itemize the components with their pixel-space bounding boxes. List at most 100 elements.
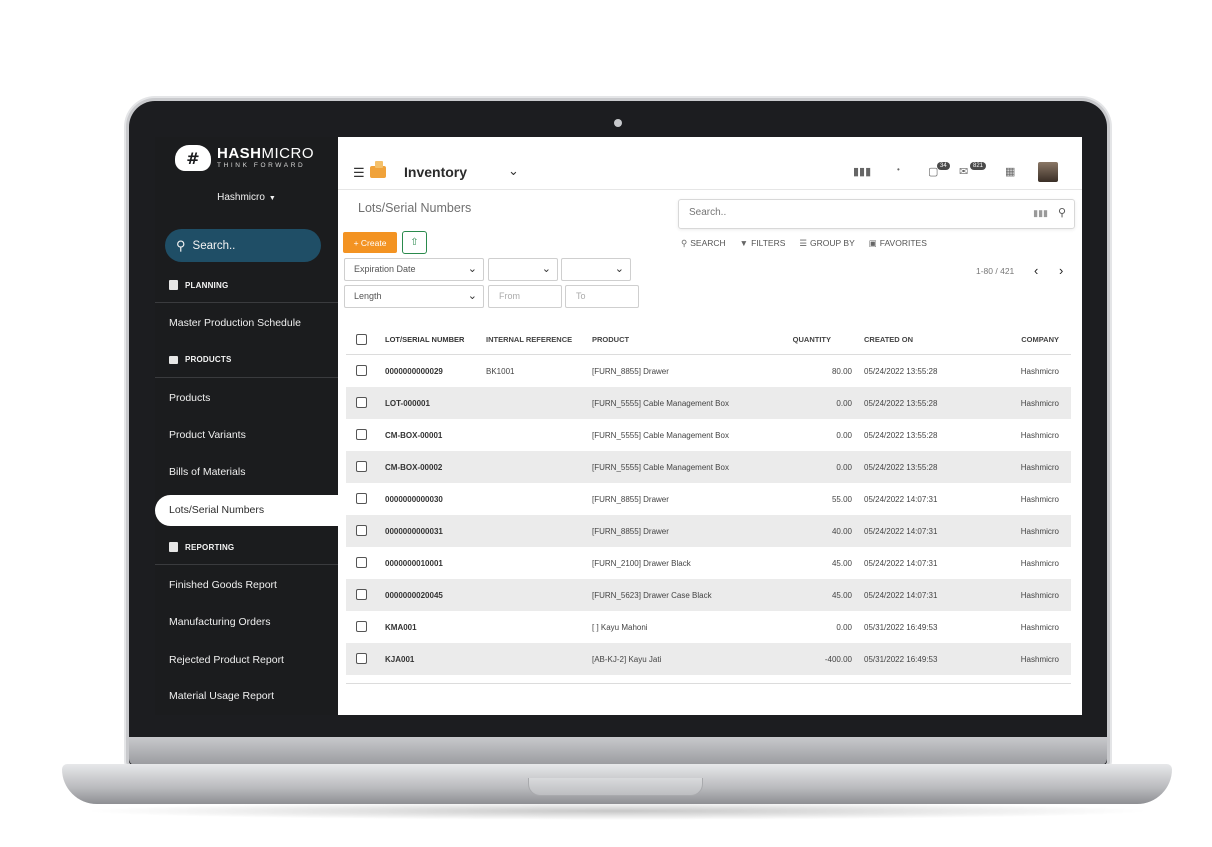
- search-bar[interactable]: ▮▮▮ ⚲: [678, 199, 1075, 229]
- length-filter[interactable]: Length ⌄: [344, 285, 484, 308]
- company-switcher[interactable]: Hashmicro ▼: [155, 192, 338, 203]
- sidebar-item-material-usage-report[interactable]: Material Usage Report: [169, 690, 274, 702]
- barcode-scan-icon[interactable]: ▮▮▮: [1033, 208, 1048, 219]
- chevron-down-icon: ⌄: [467, 263, 477, 275]
- to-input[interactable]: To: [565, 285, 639, 308]
- laptop-notch: [528, 778, 703, 796]
- search-icon: ⚲: [681, 238, 688, 248]
- sidebar-item-rejected-product-report[interactable]: Rejected Product Report: [169, 654, 284, 666]
- row-checkbox[interactable]: [356, 429, 367, 440]
- date-operator-select[interactable]: ⌄: [488, 258, 558, 281]
- cell-company: Hashmicro: [1020, 463, 1059, 472]
- cell-lot: 0000000020045: [385, 591, 443, 600]
- cell-product: [FURN_8855] Drawer: [592, 495, 669, 504]
- row-checkbox[interactable]: [356, 589, 367, 600]
- search-option-group-by[interactable]: ☰ GROUP BY: [799, 238, 854, 249]
- cell-product: [FURN_8855] Drawer: [592, 527, 669, 536]
- laptop-shadow: [80, 802, 1154, 820]
- filter-icon: ▼: [739, 238, 749, 248]
- previous-page-icon[interactable]: ‹: [1034, 263, 1038, 278]
- expiration-date-filter[interactable]: Expiration Date ⌄: [344, 258, 484, 281]
- hamburger-menu-icon[interactable]: ☰: [353, 165, 365, 181]
- sidebar-item-manufacturing-orders[interactable]: Manufacturing Orders: [169, 616, 271, 628]
- table-row[interactable]: 0000000020045 [FURN_5623] Drawer Case Bla…: [346, 579, 1071, 611]
- cell-lot: 0000000010001: [385, 559, 443, 568]
- column-product[interactable]: PRODUCT: [592, 335, 629, 344]
- search-input[interactable]: [689, 207, 1019, 218]
- cell-quantity: 80.00: [831, 367, 852, 376]
- column-quantity[interactable]: QUANTITY: [793, 335, 831, 344]
- table-header: LOT/SERIAL NUMBER INTERNAL REFERENCE PRO…: [346, 325, 1071, 355]
- row-checkbox[interactable]: [356, 461, 367, 472]
- next-page-icon[interactable]: ›: [1059, 263, 1063, 278]
- sidebar-item-master-production-schedule[interactable]: Master Production Schedule: [169, 317, 301, 329]
- cell-company: Hashmicro: [1020, 367, 1059, 376]
- row-checkbox[interactable]: [356, 557, 367, 568]
- row-checkbox[interactable]: [356, 525, 367, 536]
- create-button[interactable]: + Create: [343, 232, 397, 253]
- sidebar-search-label: Search..: [192, 239, 236, 252]
- messages-icon[interactable]: ✉: [959, 165, 968, 178]
- sidebar-item-products[interactable]: Products: [169, 392, 210, 404]
- table-row[interactable]: 0000000010001 [FURN_2100] Drawer Black 45.…: [346, 547, 1071, 579]
- cell-quantity: 40.00: [831, 527, 852, 536]
- cell-quantity: 0.00: [836, 431, 852, 440]
- cell-lot: CM-BOX-00002: [385, 463, 443, 472]
- chevron-down-icon: ⌄: [614, 263, 624, 275]
- search-option-favorites[interactable]: ▣ FAVORITES: [869, 238, 927, 249]
- cell-product: [FURN_5623] Drawer Case Black: [592, 591, 712, 600]
- search-icon: ⚲: [176, 237, 186, 253]
- chevron-down-icon: ⌄: [541, 263, 551, 275]
- cell-quantity: 0.00: [836, 463, 852, 472]
- cell-created: 05/24/2022 13:55:28: [864, 463, 938, 472]
- calculator-icon[interactable]: ▦: [1005, 165, 1015, 178]
- table-row[interactable]: CM-BOX-00002 [FURN_5555] Cable Management…: [346, 451, 1071, 483]
- column-internal-reference[interactable]: INTERNAL REFERENCE: [486, 335, 572, 344]
- table-row[interactable]: 0000000000030 [FURN_8855] Drawer 55.00 05/2…: [346, 483, 1071, 515]
- group-by-icon: ☰: [799, 238, 808, 248]
- date-value-select[interactable]: ⌄: [561, 258, 631, 281]
- cell-quantity: 55.00: [831, 495, 852, 504]
- row-checkbox[interactable]: [356, 653, 367, 664]
- sidebar-item-finished-goods-report[interactable]: Finished Goods Report: [169, 579, 277, 591]
- cell-company: Hashmicro: [1020, 623, 1059, 632]
- brand-name: HASHMICRO: [217, 145, 315, 163]
- table-row[interactable]: LOT-000001 [FURN_5555] Cable Management B…: [346, 387, 1071, 419]
- search-option-search[interactable]: ⚲ SEARCH: [681, 238, 726, 249]
- row-checkbox[interactable]: [356, 621, 367, 632]
- main-content: ☰ Inventory ⌄ ▮▮▮ • ▢ 34 ✉ 821 ▦ Lots/Se…: [338, 137, 1082, 715]
- search-icon[interactable]: ⚲: [1058, 206, 1066, 219]
- sidebar-item-product-variants[interactable]: Product Variants: [169, 429, 246, 441]
- chevron-down-icon[interactable]: ⌄: [508, 163, 519, 179]
- row-checkbox[interactable]: [356, 365, 367, 376]
- table-row[interactable]: 0000000000031 [FURN_8855] Drawer 40.00 05/2…: [346, 515, 1071, 547]
- row-checkbox[interactable]: [356, 397, 367, 408]
- hashmicro-logo[interactable]: # HASHMICRO THINK FORWARD: [175, 145, 314, 171]
- column-lot[interactable]: LOT/SERIAL NUMBER: [385, 335, 464, 344]
- table-row[interactable]: KJA001 [AB-KJ-2] Kayu Jati -400.00 05/31/20…: [346, 643, 1071, 675]
- table-row[interactable]: CM-BOX-00001 [FURN_5555] Cable Management…: [346, 419, 1071, 451]
- divider: [155, 302, 338, 303]
- sidebar-item-lots-serial-numbers[interactable]: Lots/Serial Numbers: [155, 495, 338, 526]
- cell-created: 05/24/2022 13:55:28: [864, 367, 938, 376]
- app-title[interactable]: Inventory: [404, 164, 467, 180]
- dropdown-dot-icon[interactable]: •: [897, 165, 900, 174]
- table-row[interactable]: 0000000000029 BK1001 [FURN_8855] Drawer 80.…: [346, 355, 1071, 387]
- user-avatar[interactable]: [1038, 162, 1058, 182]
- cell-product: [ ] Kayu Mahoni: [592, 623, 648, 632]
- sidebar-search[interactable]: ⚲ Search..: [165, 229, 321, 262]
- row-checkbox[interactable]: [356, 493, 367, 504]
- table-bottom-border: [346, 683, 1071, 684]
- column-created-on[interactable]: CREATED ON: [864, 335, 913, 344]
- sidebar-item-bills-of-materials[interactable]: Bills of Materials: [169, 466, 245, 478]
- select-all-checkbox[interactable]: [356, 334, 367, 345]
- column-company[interactable]: COMPANY: [1021, 335, 1059, 344]
- table-row[interactable]: KMA001 [ ] Kayu Mahoni 0.00 05/31/2022 16:4…: [346, 611, 1071, 643]
- cell-company: Hashmicro: [1020, 655, 1059, 664]
- from-input[interactable]: From: [488, 285, 562, 308]
- search-option-filters[interactable]: ▼ FILTERS: [740, 238, 786, 249]
- divider: [155, 564, 338, 565]
- upload-button[interactable]: ⇧: [402, 231, 427, 254]
- section-products: PRODUCTS: [169, 355, 232, 364]
- barcode-icon[interactable]: ▮▮▮: [853, 165, 871, 178]
